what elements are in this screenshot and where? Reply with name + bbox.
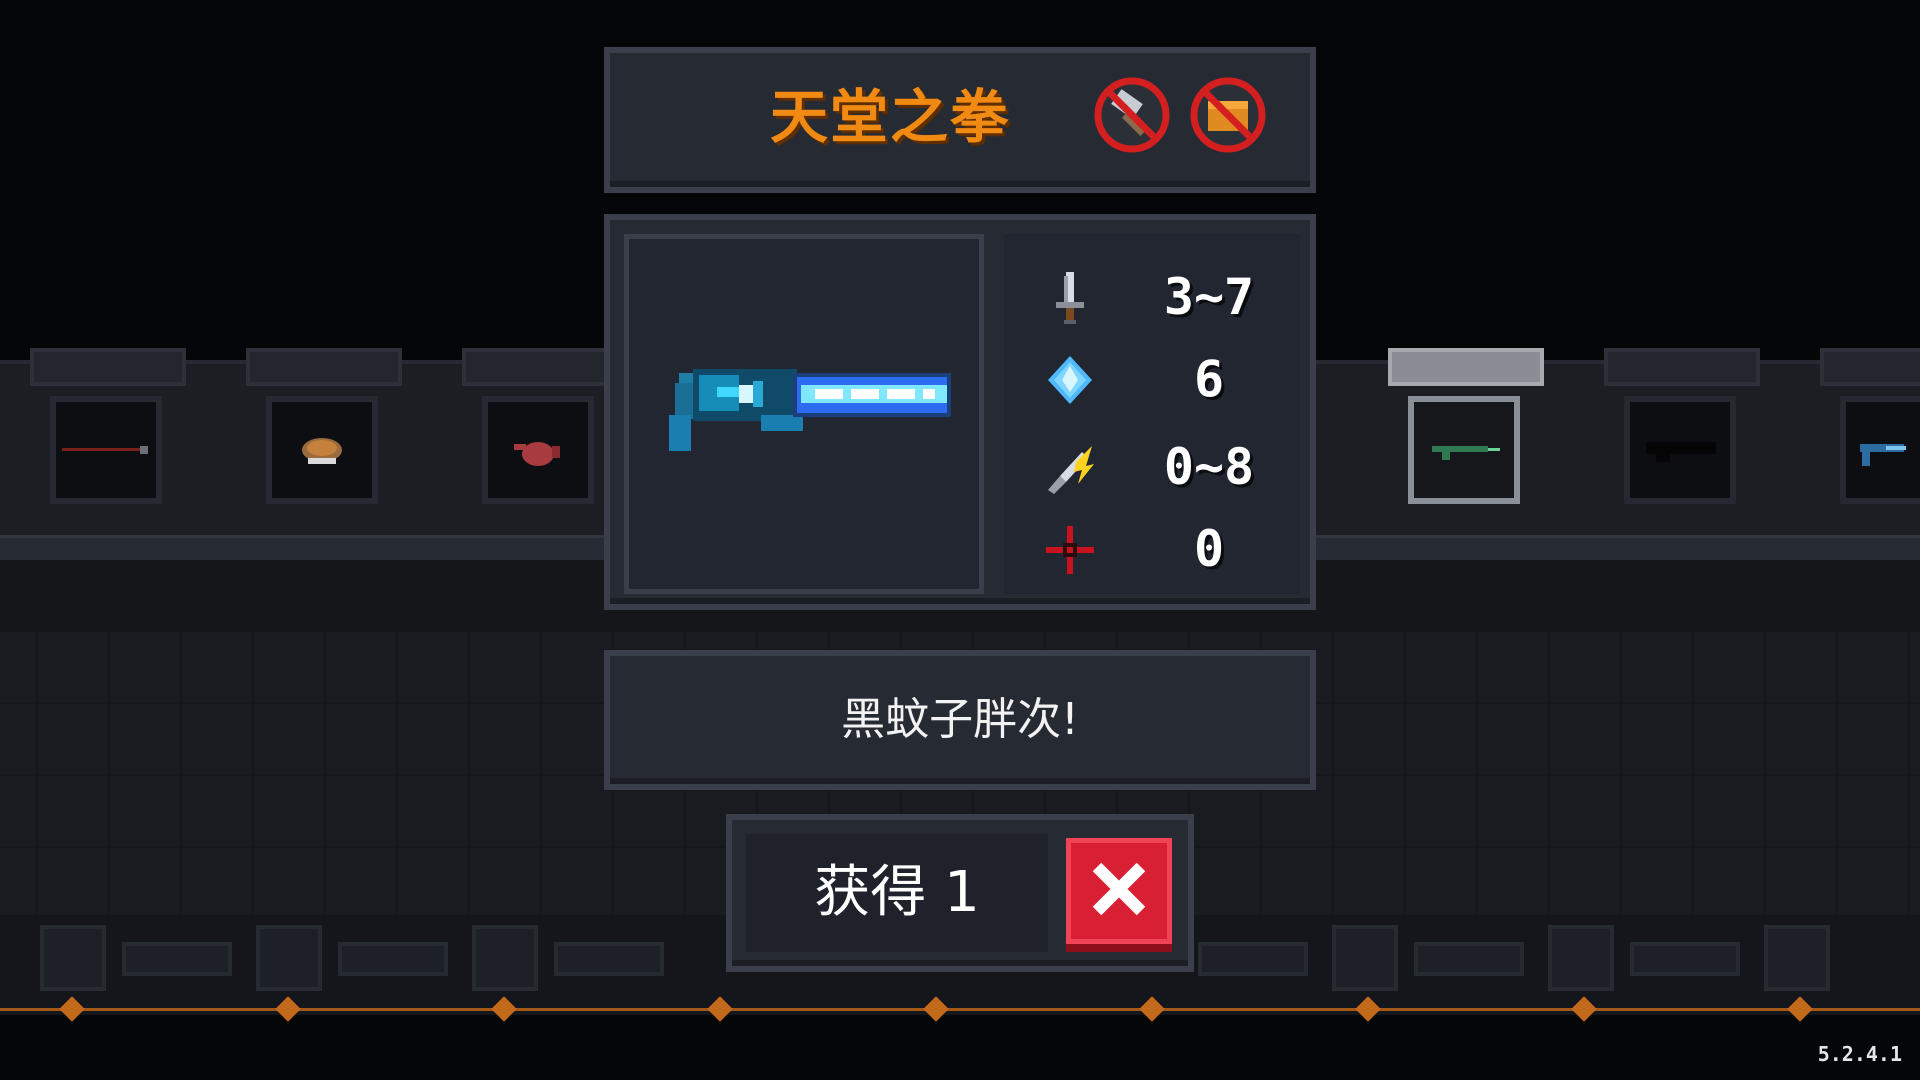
close-button[interactable]: [1066, 838, 1172, 944]
damage-value: 3~7: [1163, 268, 1255, 326]
display-pedestal[interactable]: [30, 348, 186, 518]
stat-list: 3~7 6 0~8 0: [1004, 234, 1300, 594]
energy-crystal-icon: [1048, 356, 1092, 404]
pedestal-case: [1624, 396, 1736, 504]
display-pedestal[interactable]: [1604, 348, 1760, 518]
blue-gun-icon: [1860, 444, 1906, 466]
energy-cost-value: 6: [1193, 350, 1225, 408]
no-upgrade-icon: [1094, 77, 1170, 153]
weapon-description-panel: 黑蚊子胖次!: [604, 650, 1316, 790]
weapon-name: 天堂之拳: [769, 83, 1010, 151]
spread-value: 0: [1193, 520, 1225, 578]
no-chest-icon: [1190, 77, 1266, 153]
trim-block: [256, 925, 322, 991]
trim-slot: [1630, 942, 1740, 976]
trim-slot: [122, 942, 232, 976]
display-pedestal[interactable]: [246, 348, 402, 518]
heaven-fist-weapon-icon: [669, 369, 951, 451]
trim-block: [40, 925, 106, 991]
sword-damage-icon: [1056, 272, 1084, 324]
teapot-icon: [514, 442, 560, 466]
spread-crosshair-icon: [1046, 526, 1094, 574]
obtain-button[interactable]: 获得 1: [746, 834, 1048, 952]
pedestal-cap: [462, 348, 618, 386]
stat-row-crit: 0~8: [1004, 432, 1300, 502]
pedestal-cap: [1604, 348, 1760, 386]
pedestal-cap: [246, 348, 402, 386]
obtain-button-label: 获得 1: [814, 860, 980, 925]
trim-block: [1764, 925, 1830, 991]
stat-row-damage: 3~7: [1004, 262, 1300, 332]
pedestal-case: [266, 396, 378, 504]
green-rifle-icon: [1432, 446, 1500, 460]
trim-slot: [338, 942, 448, 976]
display-pedestal[interactable]: [1820, 348, 1920, 518]
weapon-stats-panel: 3~7 6 0~8 0: [604, 214, 1316, 610]
action-panel: 获得 1: [726, 814, 1194, 972]
pedestal-case-highlighted: [1408, 396, 1520, 504]
pedestal-case: [1840, 396, 1920, 504]
trim-block: [1332, 925, 1398, 991]
weapon-description: 黑蚊子胖次!: [841, 694, 1079, 745]
food-bowl-icon: [302, 438, 342, 464]
pedestal-cap-open: [1388, 348, 1544, 386]
trim-slot: [1198, 942, 1308, 976]
weapon-preview-frame: [624, 234, 984, 594]
display-pedestal[interactable]: [462, 348, 618, 518]
crit-chance-value: 0~8: [1163, 438, 1255, 496]
trim-block: [472, 925, 538, 991]
pedestal-cap: [30, 348, 186, 386]
game-screen: 天堂之拳 3~7 6 0~8 0 黑蚊子胖次! 获得 1 5.2.4.1: [0, 0, 1920, 1080]
close-x-icon: [1092, 862, 1146, 916]
trim-block: [1548, 925, 1614, 991]
display-pedestal-selected[interactable]: [1388, 348, 1544, 518]
trim-slot: [1414, 942, 1524, 976]
version-label: 5.2.4.1: [1817, 1042, 1902, 1066]
pedestal-case: [482, 396, 594, 504]
locked-silhouette-icon: [1646, 442, 1716, 462]
spear-icon: [62, 446, 148, 454]
trim-slot: [554, 942, 664, 976]
bottom-margin: [0, 1022, 1920, 1080]
pedestal-cap: [1820, 348, 1920, 386]
weapon-title-panel: 天堂之拳: [604, 47, 1316, 193]
crit-chance-icon: [1048, 446, 1094, 494]
stat-row-spread: 0: [1004, 514, 1300, 584]
pedestal-case: [50, 396, 162, 504]
stat-row-energy: 6: [1004, 344, 1300, 414]
